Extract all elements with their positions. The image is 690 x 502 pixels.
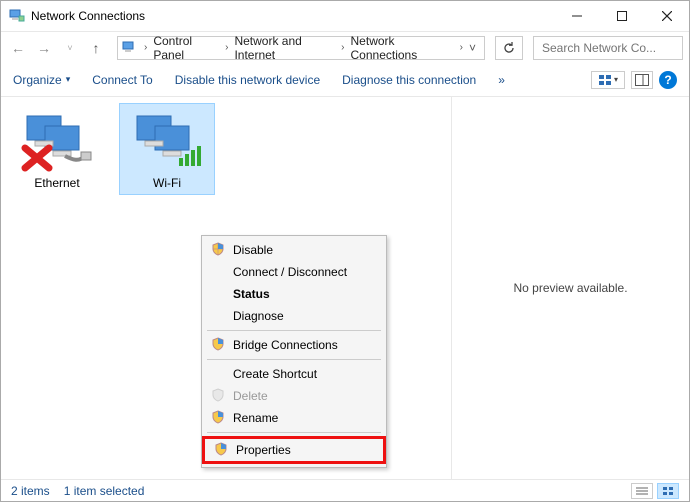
ctx-delete-label: Delete — [233, 389, 268, 403]
separator — [207, 432, 381, 433]
view-mode-button[interactable]: ▾ — [591, 71, 625, 89]
highlighted-properties: Properties — [202, 436, 386, 464]
ctx-disable-label: Disable — [233, 243, 273, 257]
ctx-diagnose[interactable]: Diagnose — [205, 305, 383, 327]
status-view-switcher — [631, 483, 679, 499]
chevron-down-icon: ▾ — [66, 74, 71, 85]
connect-to-button[interactable]: Connect To — [92, 73, 153, 87]
chevron-right-icon[interactable]: › — [223, 42, 230, 53]
breadcrumb-control-panel[interactable]: Control Panel — [149, 34, 223, 62]
location-icon — [122, 40, 138, 56]
recent-chevron[interactable]: ˅ — [59, 37, 81, 59]
back-button[interactable]: ← — [7, 37, 29, 59]
ctx-status[interactable]: Status — [205, 283, 383, 305]
titlebar: Network Connections — [1, 1, 689, 31]
diagnose-connection-button[interactable]: Diagnose this connection — [342, 73, 476, 87]
search-input[interactable] — [540, 40, 690, 56]
adapter-ethernet[interactable]: Ethernet — [9, 103, 105, 195]
help-button[interactable]: ? — [659, 71, 677, 89]
details-view-button[interactable] — [631, 483, 653, 499]
adapter-wifi-label: Wi-Fi — [124, 176, 210, 190]
ctx-bridge[interactable]: Bridge Connections — [205, 334, 383, 356]
close-button[interactable] — [644, 1, 689, 31]
preview-text: No preview available. — [513, 281, 627, 295]
ctx-disable[interactable]: Disable — [205, 239, 383, 261]
status-bar: 2 items 1 item selected — [1, 479, 689, 501]
command-bar: Organize ▾ Connect To Disable this netwo… — [1, 63, 689, 97]
context-menu: Disable Connect / Disconnect Status Diag… — [201, 235, 387, 468]
up-button[interactable]: ↑ — [85, 37, 107, 59]
adapter-wifi[interactable]: Wi-Fi — [119, 103, 215, 195]
shield-icon — [211, 410, 225, 424]
ethernet-icon — [21, 112, 93, 172]
breadcrumb-network-internet[interactable]: Network and Internet — [230, 34, 339, 62]
breadcrumb-network-connections[interactable]: Network Connections — [347, 34, 458, 62]
address-bar[interactable]: › Control Panel › Network and Internet ›… — [117, 36, 485, 60]
view-controls: ▾ ? — [591, 71, 677, 89]
separator — [207, 330, 381, 331]
shield-icon — [211, 388, 225, 402]
ctx-properties[interactable]: Properties — [205, 439, 383, 461]
chevron-right-icon[interactable]: › — [458, 42, 465, 53]
window-frame: Network Connections ← → ˅ ↑ › — [0, 0, 690, 502]
chevron-right-icon[interactable]: › — [339, 42, 346, 53]
shield-icon — [214, 442, 228, 456]
address-history-dropdown[interactable]: ˅ — [465, 41, 480, 55]
adapter-ethernet-label: Ethernet — [14, 176, 100, 190]
maximize-button[interactable] — [599, 1, 644, 31]
icons-view-button[interactable] — [657, 483, 679, 499]
separator — [207, 359, 381, 360]
ctx-connect-disconnect[interactable]: Connect / Disconnect — [205, 261, 383, 283]
status-item-count: 2 items — [11, 484, 50, 498]
ctx-bridge-label: Bridge Connections — [233, 338, 338, 352]
preview-pane-button[interactable] — [631, 71, 653, 89]
disable-device-button[interactable]: Disable this network device — [175, 73, 320, 87]
window-title: Network Connections — [31, 9, 554, 23]
chevron-right-icon[interactable]: › — [142, 42, 149, 53]
preview-pane: No preview available. — [451, 97, 689, 479]
wifi-icon — [131, 112, 203, 172]
app-icon — [9, 8, 25, 24]
shield-icon — [211, 337, 225, 351]
organize-menu[interactable]: Organize ▾ — [13, 73, 70, 87]
search-box[interactable] — [533, 36, 683, 60]
ctx-properties-label: Properties — [236, 443, 291, 457]
ctx-rename-label: Rename — [233, 411, 278, 425]
organize-label: Organize — [13, 73, 62, 87]
overflow-chevron[interactable]: » — [498, 73, 505, 87]
status-selected-count: 1 item selected — [64, 484, 145, 498]
ctx-rename[interactable]: Rename — [205, 407, 383, 429]
minimize-button[interactable] — [554, 1, 599, 31]
ctx-delete: Delete — [205, 385, 383, 407]
shield-icon — [211, 242, 225, 256]
forward-button[interactable]: → — [33, 37, 55, 59]
navigation-bar: ← → ˅ ↑ › Control Panel › Network and In… — [1, 31, 689, 63]
refresh-button[interactable] — [495, 36, 523, 60]
ctx-create-shortcut[interactable]: Create Shortcut — [205, 363, 383, 385]
content-area: Ethernet Wi-Fi — [1, 97, 689, 479]
window-controls — [554, 1, 689, 31]
